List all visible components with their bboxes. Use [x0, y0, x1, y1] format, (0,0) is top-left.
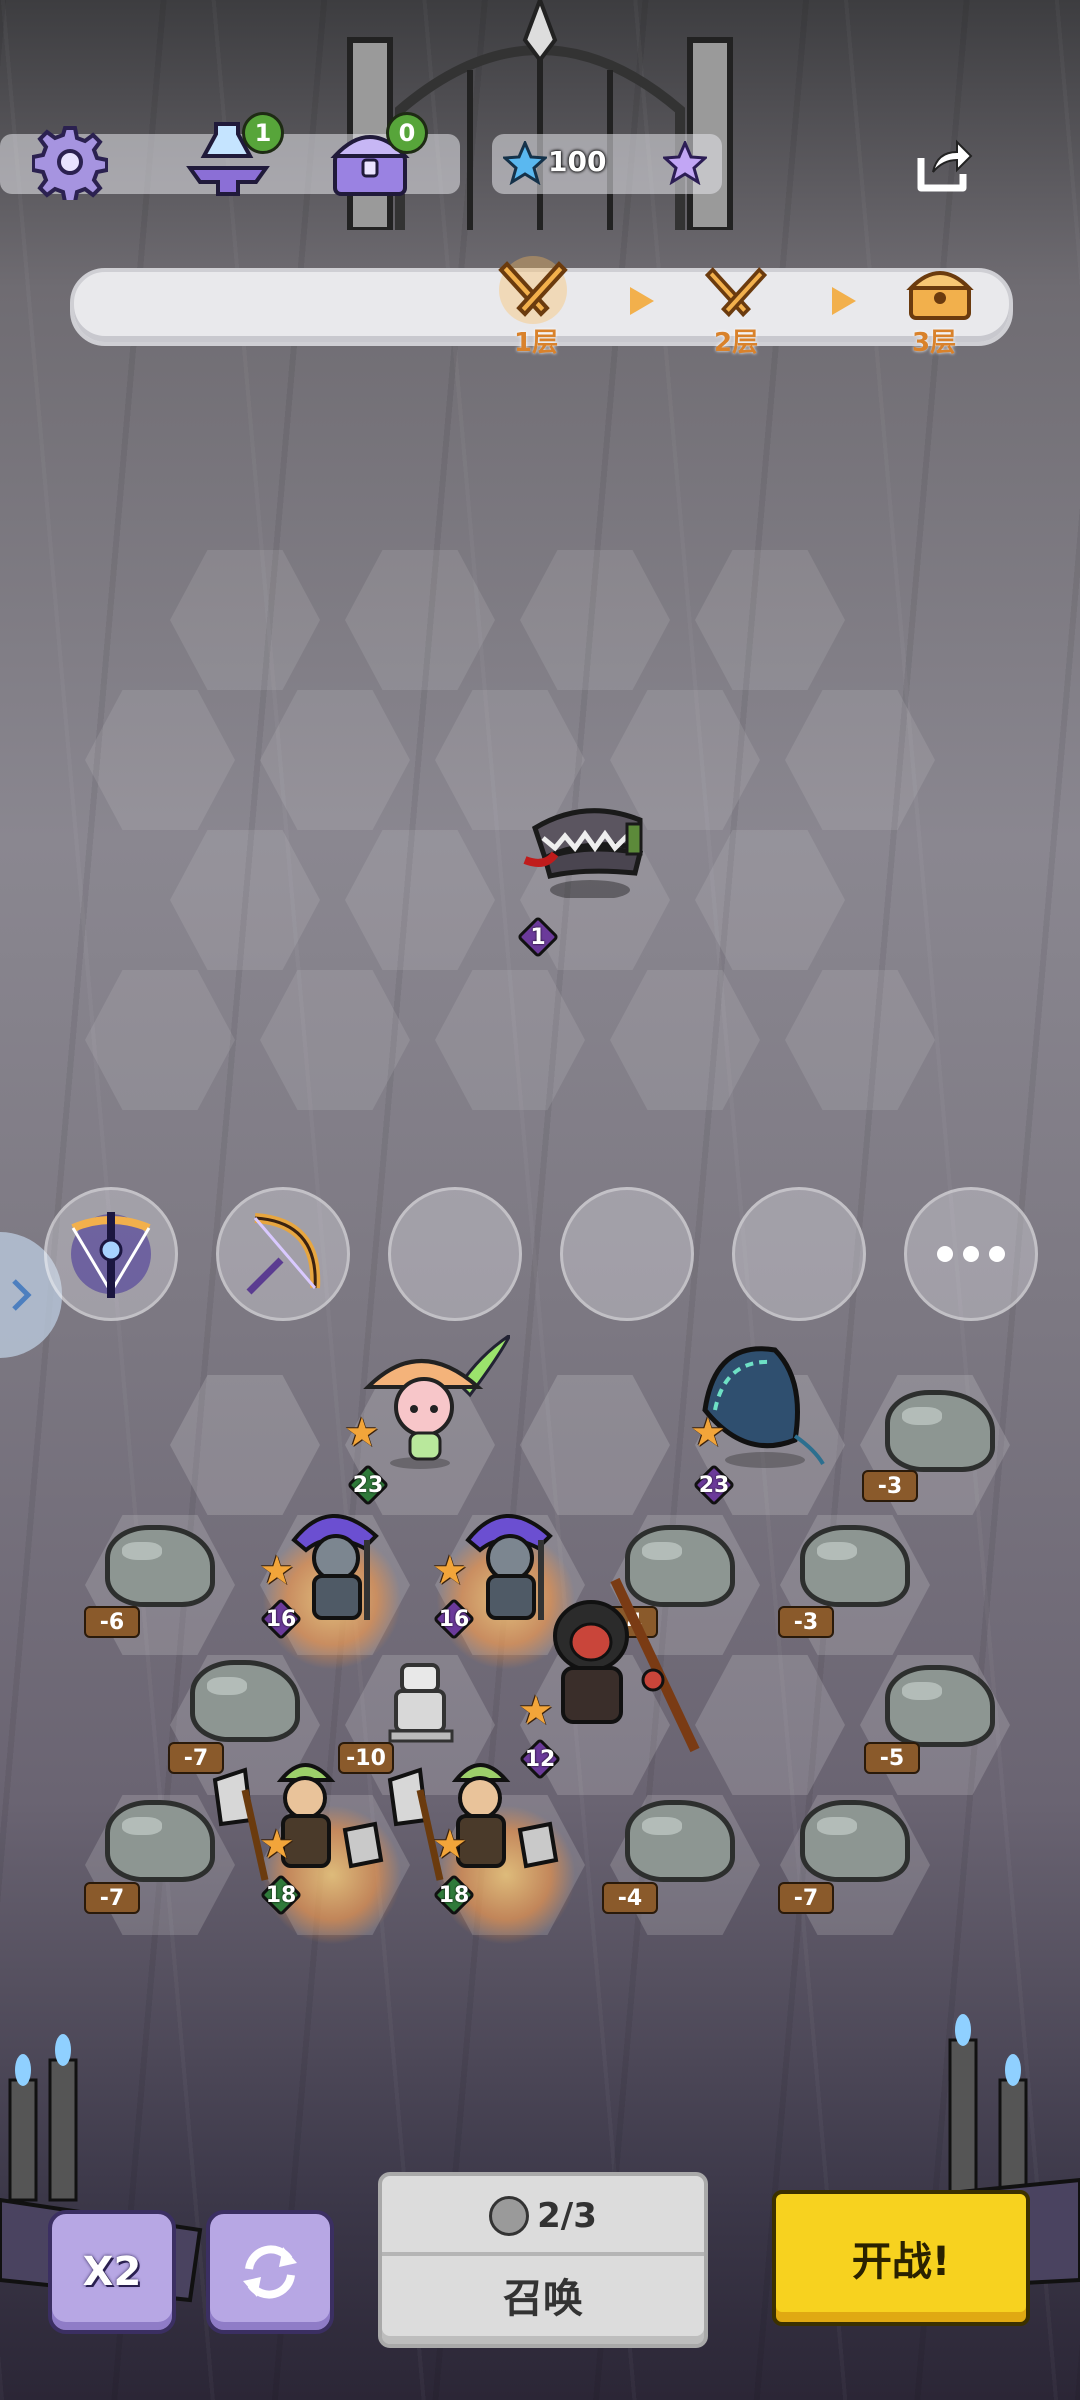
item-slot-empty[interactable]	[560, 1187, 694, 1321]
item-slot-empty[interactable]	[388, 1187, 522, 1321]
refresh-icon	[243, 2245, 297, 2299]
star-rank-icon: ★	[344, 1410, 380, 1456]
enemy-hex-tile[interactable]	[695, 550, 845, 690]
mushroom-fairy-icon	[363, 1330, 514, 1469]
stone-statue-icon[interactable]	[382, 1655, 462, 1745]
rock-value: -6	[84, 1606, 140, 1638]
star-rank-icon: ★	[432, 1822, 468, 1868]
magic-crossbow-icon	[71, 1212, 151, 1298]
enemy-hex-tile[interactable]	[695, 830, 845, 970]
enemy-hex-tile[interactable]	[170, 550, 320, 690]
speed-x2-button[interactable]: X2	[48, 2210, 176, 2334]
rock-value: -7	[778, 1882, 834, 1914]
floor-1-label: 1层	[514, 328, 559, 358]
rock-value: -4	[602, 1882, 658, 1914]
star-rank-icon: ★	[432, 1548, 468, 1594]
bear-trap-icon[interactable]	[515, 798, 655, 900]
enemy-hex-tile[interactable]	[435, 970, 585, 1110]
rock-obstacle[interactable]	[95, 1525, 215, 1607]
arrow-right-icon	[832, 287, 856, 315]
enemy-hex-tile[interactable]	[260, 970, 410, 1110]
enemy-hex-tile[interactable]	[345, 550, 495, 690]
summon-label: 召唤	[503, 2276, 583, 2322]
enemy-level-badge: 1	[516, 915, 560, 959]
chevron-right-icon	[12, 1279, 32, 1311]
enemy-hex-tile[interactable]	[345, 830, 495, 970]
unit-level: 18	[438, 1882, 470, 1908]
player-hex-tile[interactable]	[170, 1375, 320, 1515]
item-slot-empty[interactable]	[732, 1187, 866, 1321]
enemy-hex-tile[interactable]	[610, 970, 760, 1110]
rock-obstacle[interactable]	[875, 1390, 995, 1472]
start-battle-button[interactable]: 开战!	[772, 2190, 1030, 2326]
speed-label: X2	[82, 2249, 142, 2295]
star-rank-icon: ★	[518, 1688, 554, 1734]
floor-1-swords-icon	[490, 250, 576, 330]
star-rank-icon: ★	[259, 1548, 295, 1594]
rock-obstacle[interactable]	[790, 1525, 910, 1607]
item-slot[interactable]	[216, 1187, 350, 1321]
unit-level: 16	[438, 1606, 470, 1632]
floor-3-label: 3层	[912, 328, 957, 358]
floor-2-swords-icon	[696, 258, 776, 328]
floor-3-chest-icon	[900, 258, 980, 328]
enemy-hex-tile[interactable]	[520, 550, 670, 690]
enemy-hex-tile[interactable]	[85, 690, 235, 830]
unit-level-badge: 23	[692, 1463, 736, 1507]
unit-level: 23	[352, 1472, 384, 1498]
item-slot[interactable]	[44, 1187, 178, 1321]
unit-level: 23	[698, 1472, 730, 1498]
chest-count-badge: 0	[386, 112, 428, 154]
rock-obstacle[interactable]	[615, 1800, 735, 1882]
rock-obstacle[interactable]	[180, 1660, 300, 1742]
enemy-level: 1	[530, 924, 546, 950]
settings-gear-icon[interactable]	[30, 122, 110, 202]
star-rank-icon: ★	[690, 1410, 726, 1456]
player-hex-tile[interactable]	[520, 1375, 670, 1515]
coin-icon	[489, 2196, 530, 2236]
monkey-warrior-icon	[553, 1577, 700, 1753]
summon-cost-value: 2/3	[537, 2196, 597, 2236]
star-count: 100	[548, 145, 607, 178]
enemy-hex-tile[interactable]	[785, 970, 935, 1110]
rock-value: -3	[778, 1606, 834, 1638]
more-items-button[interactable]	[904, 1187, 1038, 1321]
blue-star-icon	[502, 140, 548, 186]
star-rank-icon: ★	[259, 1822, 295, 1868]
enemy-hex-tile[interactable]	[170, 830, 320, 970]
floor-2-label: 2层	[714, 328, 759, 358]
rock-obstacle[interactable]	[875, 1665, 995, 1747]
purple-star-icon	[662, 140, 708, 186]
share-icon[interactable]	[910, 134, 980, 198]
ellipsis-icon	[937, 1246, 1005, 1262]
unit-level: 18	[265, 1882, 297, 1908]
golden-bow-icon	[246, 1213, 321, 1295]
potion-count-badge: 1	[242, 112, 284, 154]
divider	[382, 2252, 704, 2256]
unit-level-badge: 18	[259, 1873, 303, 1917]
enemy-hex-tile[interactable]	[785, 690, 935, 830]
enemy-hex-tile[interactable]	[85, 970, 235, 1110]
candles-books-decor	[0, 2034, 203, 2303]
enemy-hex-tile[interactable]	[260, 690, 410, 830]
rock-value: -3	[862, 1470, 918, 1502]
unit-level-badge: 16	[259, 1597, 303, 1641]
unit-level-badge: 16	[432, 1597, 476, 1641]
arrow-right-icon	[630, 287, 654, 315]
unit-monkey-warrior[interactable]	[535, 1570, 715, 1760]
player-hex-tile[interactable]	[695, 1655, 845, 1795]
rock-value: -7	[84, 1882, 140, 1914]
unit-level-badge: 23	[346, 1463, 390, 1507]
unit-level-badge: 18	[432, 1873, 476, 1917]
rock-obstacle[interactable]	[95, 1800, 215, 1882]
unit-level: 16	[265, 1606, 297, 1632]
summon-button[interactable]: 2/3 召唤	[378, 2172, 708, 2348]
rock-obstacle[interactable]	[790, 1800, 910, 1882]
refresh-button[interactable]	[206, 2210, 334, 2334]
unit-mushroom-fairy[interactable]	[360, 1330, 514, 1470]
summon-cost: 2/3	[382, 2176, 704, 2256]
rock-value: -5	[864, 1742, 920, 1774]
start-battle-label: 开战!	[851, 2239, 951, 2285]
